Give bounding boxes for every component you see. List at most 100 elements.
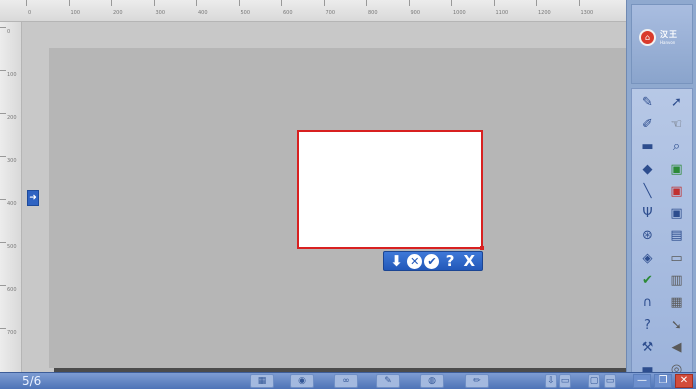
ruler-mark [578, 0, 580, 6]
close-window-button[interactable]: ✕ [675, 374, 693, 388]
ruler-tick-label: 0 [28, 10, 32, 16]
bottom-tool-button[interactable]: ✎ [376, 374, 400, 388]
tool-grid: ✎ ➚ ✐ ☜ ▬ ⌕ ◆ ▣ ╲ ▣ Ψ ▣ ⊛ ▤ ◈ ▭ ✔ ▥ ∩ ▦? ➘ ⚒ ◀ ▬ ◎ [631, 88, 693, 378]
vertical-ruler: 0 100 200 300 400 500 600 700 [0, 22, 22, 372]
ruler-mark [536, 0, 537, 6]
pointer-icon[interactable]: ➚ [662, 91, 691, 113]
ruler-mark [0, 242, 6, 243]
ruler-mark [0, 156, 6, 157]
ruler-mark [26, 0, 27, 6]
ruler-tick-label: 900 [410, 10, 421, 16]
shapes-icon[interactable]: ⊛ [633, 225, 662, 247]
close-icon[interactable]: X [461, 252, 478, 270]
help-circle-icon[interactable]: ? [633, 314, 662, 336]
bottom-control-button[interactable]: ▭ [559, 374, 571, 388]
ruler-mark [493, 0, 495, 6]
resize-handle[interactable] [480, 246, 484, 250]
document-icon[interactable]: ▦ [662, 292, 691, 314]
ruler-mark [0, 285, 6, 286]
bottom-tool-button[interactable]: ∞ [334, 374, 358, 388]
bottom-bar: 5/6 ▦ ◉ ∞ ✎ ◍ ✏ ⇩ ▭ ▢ ▭ — ❐ ✕ [0, 372, 696, 389]
horizontal-ruler: 0 100 200 300 400 500 600 700 800 900 1000 1100 1200… [0, 0, 626, 22]
ruler-tick-label: 0 [7, 29, 11, 35]
ruler-tick-label: 100 [70, 10, 81, 16]
texture-pen-icon[interactable]: ✐ [633, 113, 662, 135]
ruler-mark [238, 0, 240, 6]
bottom-control-button[interactable]: ▢ [588, 374, 600, 388]
ruler-tick-label: 400 [198, 10, 208, 16]
ruler-tick-label: 1100 [495, 10, 509, 16]
minimize-window-button[interactable]: — [633, 374, 651, 388]
back-icon[interactable]: ◀ [662, 336, 691, 358]
arrow-right-icon: ➜ [29, 193, 37, 203]
ruler-tick-label: 200 [113, 10, 123, 16]
eraser-icon[interactable]: ▬ [633, 136, 662, 158]
download-icon[interactable]: ⬇ [388, 252, 405, 270]
bottom-control-button[interactable]: ▭ [604, 374, 616, 388]
ruler-mark [0, 199, 6, 200]
bottom-tool-button[interactable]: ◍ [420, 374, 444, 388]
ruler-tick-label: 1300 [580, 10, 594, 16]
ruler-tick-label: 700 [325, 10, 336, 16]
logo-subtext: Hanvon [660, 40, 676, 45]
ruler-tick-label: 600 [7, 287, 17, 293]
save-icon[interactable]: ▣ [662, 202, 691, 224]
ruler-tick-label: 500 [7, 244, 17, 250]
brand-logo: ⌂ 汉王 Hanvon [631, 4, 693, 84]
logo-mark-icon: ⌂ [639, 29, 656, 46]
layers-icon[interactable]: ◈ [633, 247, 662, 269]
ruler-mark [281, 0, 282, 6]
ruler-mark [0, 27, 6, 28]
cursor-select-icon[interactable]: ➘ [662, 314, 691, 336]
cancel-circle-icon[interactable]: ✕ [407, 253, 423, 269]
ruler-tick-label: 500 [240, 10, 251, 16]
ruler-mark [153, 0, 155, 6]
hand-icon[interactable]: ☜ [662, 113, 691, 135]
bottom-tool-button[interactable]: ◉ [290, 374, 314, 388]
ruler-tick-label: 800 [368, 10, 378, 16]
logo-text: 汉王 [660, 30, 678, 39]
ruler-tick-label: 100 [7, 72, 17, 78]
ruler-mark [0, 328, 6, 329]
side-expand-tab[interactable]: ➜ [27, 190, 39, 206]
selection-toolbar: ⬇ ✕ ✔? X [383, 251, 483, 271]
ruler-mark [366, 0, 367, 6]
ruler-mark [0, 113, 6, 114]
right-tool-panel: ⌂ 汉王 Hanvon ✎ ➚ ✐ ☜ ▬ ⌕ ◆ ▣ ╲ ▣ Ψ ▣ ⊛ ▤ ◈ ▭ ✔ ▥ ∩ ▦? ➘ ⚒ ◀ ▬ ◎ [626, 0, 696, 389]
ruler-tick-label: 300 [155, 10, 166, 16]
restore-window-button[interactable]: ❐ [654, 374, 672, 388]
paste-icon[interactable]: ▥ [662, 269, 691, 291]
ruler-tick-label: 300 [7, 158, 17, 164]
ruler-tick-label: 1200 [538, 10, 551, 16]
check-brush-icon[interactable]: ✔ [633, 269, 662, 291]
tools-icon[interactable]: ⚒ [633, 336, 662, 358]
ruler-tick-label: 700 [7, 330, 17, 336]
save-add-icon[interactable]: ▣ [662, 158, 691, 180]
compass-icon[interactable]: ∩ [633, 292, 662, 314]
ruler-mark [196, 0, 197, 6]
ruler-mark [68, 0, 70, 6]
ruler-mark [323, 0, 325, 6]
ruler-tick-label: 200 [7, 115, 17, 121]
ruler-mark [111, 0, 112, 6]
magnifier-icon[interactable]: ⌕ [662, 136, 691, 158]
ruler-mark [451, 0, 452, 6]
pen-icon[interactable]: ✎ [633, 91, 662, 113]
ruler-mark [408, 0, 410, 6]
ruler-tick-label: 400 [7, 201, 17, 207]
bottom-tool-button[interactable]: ✏ [465, 374, 489, 388]
help-icon[interactable]: ? [442, 252, 459, 270]
confirm-circle-icon[interactable]: ✔ [424, 253, 440, 269]
ruler-tick-label: 600 [283, 10, 293, 16]
fill-bucket-icon[interactable]: ◆ [633, 158, 662, 180]
save-delete-icon[interactable]: ▣ [662, 180, 691, 202]
trident-icon[interactable]: Ψ [633, 202, 662, 224]
screen-icon[interactable]: ▭ [662, 247, 691, 269]
selection-region[interactable] [297, 130, 484, 250]
page-indicator: 5/6 [22, 374, 42, 388]
disk-icon[interactable]: ▤ [662, 225, 691, 247]
bottom-control-button[interactable]: ⇩ [545, 374, 557, 388]
bottom-tool-button[interactable]: ▦ [250, 374, 274, 388]
ruler-mark [0, 70, 6, 71]
line-icon[interactable]: ╲ [633, 180, 662, 202]
